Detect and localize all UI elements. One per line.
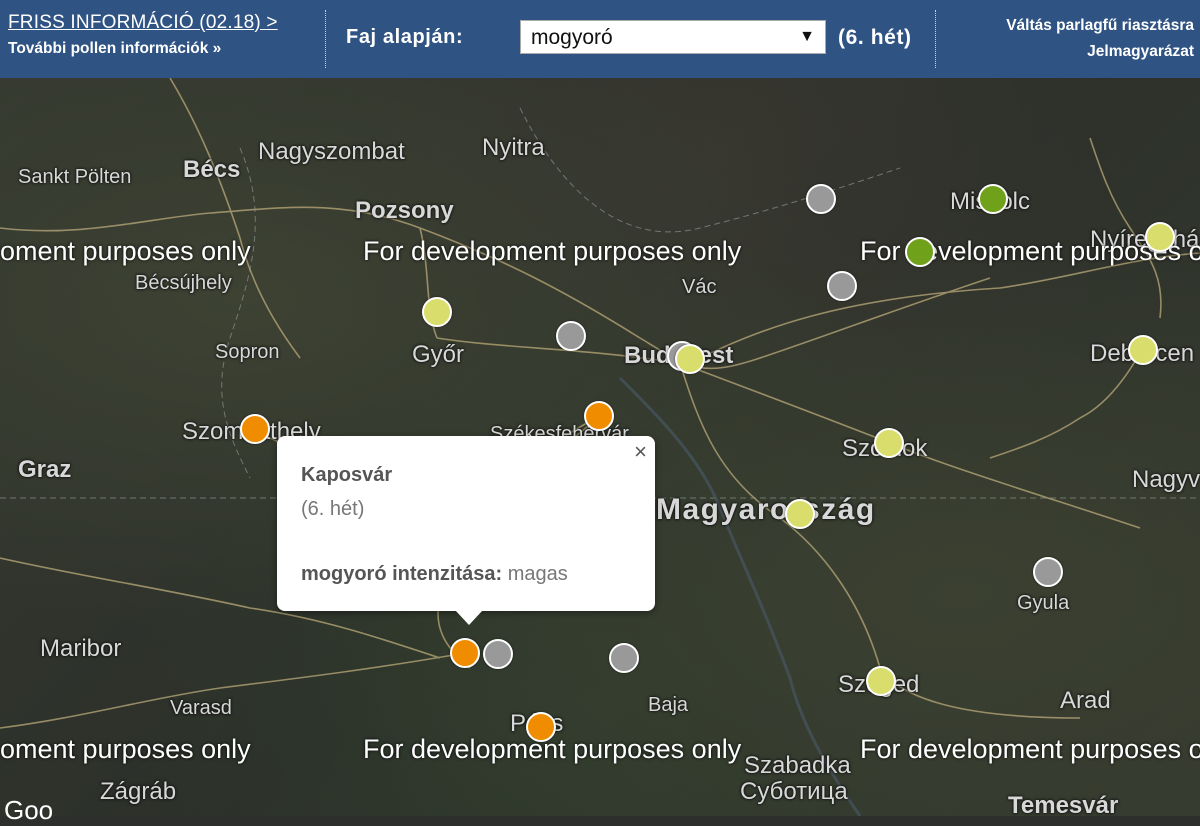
station-marker[interactable]: [1128, 335, 1158, 365]
popup-intensity: mogyoró intenzitása: magas: [301, 563, 568, 586]
station-marker[interactable]: [526, 712, 556, 742]
intensity-value: magas: [507, 563, 568, 585]
species-select[interactable]: mogyoró ▼: [520, 20, 826, 54]
station-marker[interactable]: [240, 414, 270, 444]
popup-city: Kaposvár: [301, 464, 393, 486]
map-label: Sankt Pölten: [18, 166, 132, 188]
station-marker[interactable]: [609, 643, 639, 673]
species-label: Faj alapján:: [346, 26, 464, 48]
map-label: Nagyszombat: [258, 138, 405, 165]
map-label: Суботица: [740, 778, 848, 805]
species-select-value: mogyoró: [531, 26, 613, 49]
map-label: Sopron: [215, 341, 280, 363]
station-marker[interactable]: [978, 184, 1008, 214]
friss-info-link[interactable]: FRISS INFORMÁCIÓ (02.18) >: [8, 10, 318, 36]
divider: [935, 10, 936, 68]
station-marker-kaposvar[interactable]: [450, 638, 480, 668]
dropdown-arrow-icon: ▼: [799, 28, 815, 45]
dev-watermark: oment purposes only: [0, 236, 251, 266]
station-marker[interactable]: [1033, 557, 1063, 587]
popup-week: (6. hét): [301, 498, 365, 520]
map-label: Graz: [18, 456, 72, 483]
intensity-label: mogyoró intenzitása:: [301, 563, 503, 585]
map-label: Magyarország: [656, 493, 876, 526]
station-marker[interactable]: [1145, 222, 1175, 252]
top-bar: FRISS INFORMÁCIÓ (02.18) > További polle…: [0, 0, 1200, 78]
map-label: Nagyv: [1132, 466, 1200, 493]
map-label: Temesvár: [1008, 792, 1119, 816]
map-label: Bécsújhely: [135, 272, 232, 294]
header-left: FRISS INFORMÁCIÓ (02.18) > További polle…: [8, 10, 318, 58]
map-label: Pozsony: [355, 197, 454, 224]
station-marker[interactable]: [785, 499, 815, 529]
station-marker[interactable]: [806, 184, 836, 214]
google-logo: Goo: [4, 795, 54, 825]
divider: [325, 10, 326, 68]
station-marker[interactable]: [874, 428, 904, 458]
header-right: Váltás parlagfű riasztásra Jelmagyarázat: [1006, 13, 1194, 65]
station-marker[interactable]: [556, 321, 586, 351]
map-label: Arad: [1060, 687, 1111, 714]
map-label: Varasd: [170, 697, 232, 719]
dev-watermark: For development purposes only: [363, 734, 742, 764]
map-label: Győr: [412, 341, 465, 368]
legend-link[interactable]: Jelmagyarázat: [1006, 39, 1194, 65]
station-marker[interactable]: [584, 401, 614, 431]
info-popup: × Kaposvár (6. hét) mogyoró intenzitása:…: [277, 436, 655, 625]
station-marker[interactable]: [827, 271, 857, 301]
station-marker[interactable]: [866, 666, 896, 696]
close-icon[interactable]: ×: [634, 440, 647, 464]
dev-watermark: For development purposes only: [363, 236, 742, 266]
station-marker[interactable]: [905, 237, 935, 267]
map-label: Nyitra: [482, 134, 545, 161]
map-label: Baja: [648, 694, 689, 716]
map-label: Gyula: [1017, 592, 1070, 614]
map-label: Vác: [682, 276, 717, 298]
more-pollen-link[interactable]: További pollen információk »: [8, 40, 318, 58]
station-marker[interactable]: [483, 639, 513, 669]
popup-tip: [455, 610, 483, 625]
week-label: (6. hét): [838, 26, 912, 49]
map-label: Zágráb: [100, 778, 177, 805]
dev-watermark: oment purposes only: [0, 734, 251, 764]
map-label: Maribor: [40, 635, 122, 662]
dev-watermark: For development purposes o: [860, 734, 1200, 764]
map-label: Bécs: [183, 156, 241, 183]
station-marker[interactable]: [422, 297, 452, 327]
station-marker[interactable]: [675, 344, 705, 374]
switch-ragweed-link[interactable]: Váltás parlagfű riasztásra: [1006, 13, 1194, 39]
map-label: Szabadka: [744, 752, 851, 779]
